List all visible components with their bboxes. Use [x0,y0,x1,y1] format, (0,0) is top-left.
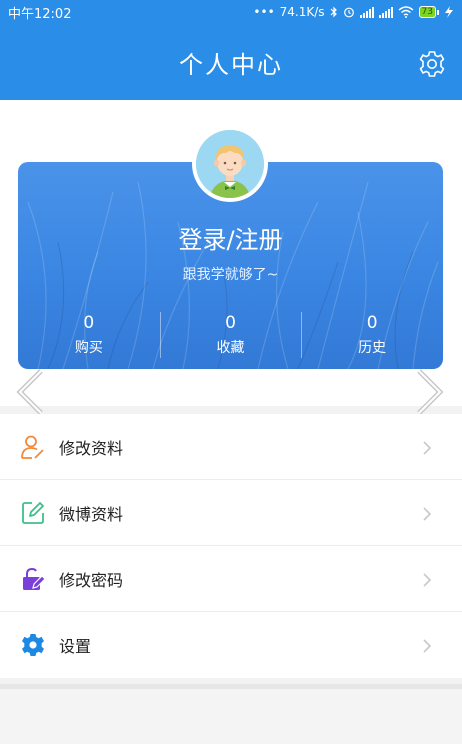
stat-label: 历史 [358,340,387,356]
charging-icon [445,6,453,18]
settings-menu: 修改资料 微博资料 修改密码 设置 [0,414,462,678]
chevron-right-icon [423,441,432,455]
status-indicators: ••• 74.1K/s 73 [253,5,454,19]
page-title: 个人中心 [179,50,283,79]
stat-value: 0 [83,313,95,333]
stat-history[interactable]: 0 历史 [301,310,443,360]
note-edit-icon [22,501,44,524]
menu-item-label: 修改资料 [59,438,124,458]
lock-edit-icon [23,567,46,590]
chevron-left-icon[interactable] [14,368,50,416]
menu-item-settings[interactable]: 设置 [0,612,462,678]
gear-icon [22,634,44,656]
bottom-spacer [0,684,462,744]
stat-value: 0 [225,313,236,333]
avatar-boy-icon [196,130,264,198]
bluetooth-icon [330,6,337,18]
app-bar: 个人中心 [0,24,462,100]
menu-item-label: 修改密码 [59,570,124,590]
stat-favorites[interactable]: 0 收藏 [159,310,302,360]
profile-section: 登录/注册 跟我学就够了~ 0 购买 0 收藏 0 历史 [0,100,462,415]
battery-level: 73 [421,6,433,17]
login-register-link[interactable]: 登录/注册 [18,220,443,255]
chevron-right-icon [423,507,432,521]
stat-value: 0 [366,313,378,333]
network-speed: 74.1K/s [279,5,325,19]
user-edit-icon [21,435,44,459]
alarm-icon [343,7,354,18]
profile-subtitle: 跟我学就够了~ [182,267,279,283]
menu-item-edit-profile[interactable]: 修改资料 [0,414,462,480]
wifi-icon [398,6,414,18]
avatar[interactable] [192,126,268,202]
chevron-right-icon [423,573,432,587]
menu-item-change-password[interactable]: 修改密码 [0,546,462,612]
gear-icon[interactable] [418,50,446,78]
battery-icon: 73 [418,6,439,18]
stat-label: 收藏 [216,340,245,356]
signal-hd-icon [378,6,393,18]
stat-label: 购买 [74,340,103,356]
status-time: 中午12:02 [8,6,72,22]
chevron-right-icon[interactable] [410,368,446,416]
chevron-right-icon [423,639,432,653]
signal-icon [359,6,374,18]
status-dots: ••• [253,5,275,19]
status-bar: 中午12:02 ••• 74.1K/s 73 [0,0,462,24]
stats-row: 0 购买 0 收藏 0 历史 [18,310,443,360]
menu-item-label: 设置 [59,637,92,656]
menu-item-weibo-profile[interactable]: 微博资料 [0,480,462,546]
stat-purchases[interactable]: 0 购买 [18,310,160,360]
menu-item-label: 微博资料 [59,504,124,524]
